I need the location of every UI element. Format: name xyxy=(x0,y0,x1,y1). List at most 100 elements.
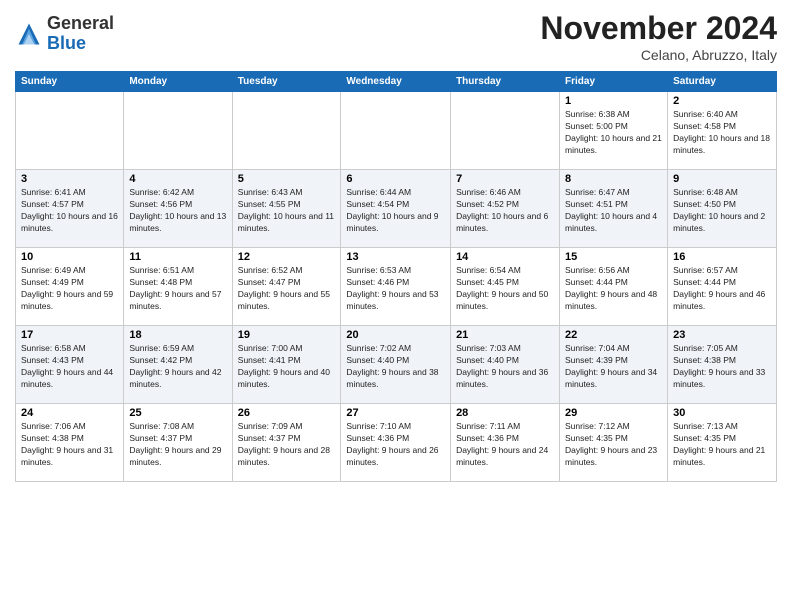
day-number: 13 xyxy=(346,251,445,263)
col-friday: Friday xyxy=(560,72,668,92)
calendar-cell: 15Sunrise: 6:56 AMSunset: 4:44 PMDayligh… xyxy=(560,248,668,326)
col-monday: Monday xyxy=(124,72,232,92)
day-number: 2 xyxy=(673,95,771,107)
day-number: 30 xyxy=(673,407,771,419)
location: Celano, Abruzzo, Italy xyxy=(540,47,777,63)
col-tuesday: Tuesday xyxy=(232,72,341,92)
day-number: 8 xyxy=(565,173,662,185)
day-info: Sunrise: 6:57 AMSunset: 4:44 PMDaylight:… xyxy=(673,265,771,313)
day-number: 27 xyxy=(346,407,445,419)
calendar-table: Sunday Monday Tuesday Wednesday Thursday… xyxy=(15,71,777,482)
calendar-cell xyxy=(124,92,232,170)
day-number: 10 xyxy=(21,251,118,263)
day-number: 19 xyxy=(238,329,336,341)
week-row-4: 24 Sunrise: 7:06 AMSunset: 4:38 PMDayligh… xyxy=(16,404,777,482)
calendar-cell xyxy=(451,92,560,170)
month-title: November 2024 xyxy=(540,10,777,47)
day-number: 28 xyxy=(456,407,554,419)
calendar-cell: 1 Sunrise: 6:38 AMSunset: 5:00 PMDaylight… xyxy=(560,92,668,170)
day-info: Sunrise: 7:12 AMSunset: 4:35 PMDaylight:… xyxy=(565,421,662,469)
logo-icon xyxy=(15,20,43,48)
day-info: Sunrise: 7:06 AMSunset: 4:38 PMDaylight:… xyxy=(21,421,118,469)
day-number: 5 xyxy=(238,173,336,185)
week-row-0: 1 Sunrise: 6:38 AMSunset: 5:00 PMDaylight… xyxy=(16,92,777,170)
calendar-cell: 19 Sunrise: 7:00 AMSunset: 4:41 PMDayligh… xyxy=(232,326,341,404)
day-number: 24 xyxy=(21,407,118,419)
calendar-cell xyxy=(232,92,341,170)
logo: General Blue xyxy=(15,14,114,54)
day-info: Sunrise: 6:51 AMSunset: 4:48 PMDaylight:… xyxy=(129,265,226,313)
calendar-cell: 3Sunrise: 6:41 AMSunset: 4:57 PMDaylight… xyxy=(16,170,124,248)
calendar-cell: 12 Sunrise: 6:52 AMSunset: 4:47 PMDayligh… xyxy=(232,248,341,326)
day-number: 21 xyxy=(456,329,554,341)
day-number: 7 xyxy=(456,173,554,185)
day-number: 4 xyxy=(129,173,226,185)
week-row-1: 3Sunrise: 6:41 AMSunset: 4:57 PMDaylight… xyxy=(16,170,777,248)
col-wednesday: Wednesday xyxy=(341,72,451,92)
day-info: Sunrise: 6:41 AMSunset: 4:57 PMDaylight:… xyxy=(21,187,118,235)
day-info: Sunrise: 6:47 AMSunset: 4:51 PMDaylight:… xyxy=(565,187,662,235)
week-row-2: 10 Sunrise: 6:49 AMSunset: 4:49 PMDayligh… xyxy=(16,248,777,326)
calendar-cell: 24 Sunrise: 7:06 AMSunset: 4:38 PMDayligh… xyxy=(16,404,124,482)
day-number: 16 xyxy=(673,251,771,263)
day-number: 29 xyxy=(565,407,662,419)
title-block: November 2024 Celano, Abruzzo, Italy xyxy=(540,10,777,63)
day-number: 12 xyxy=(238,251,336,263)
day-info: Sunrise: 6:40 AMSunset: 4:58 PMDaylight:… xyxy=(673,109,771,157)
day-info: Sunrise: 7:08 AMSunset: 4:37 PMDaylight:… xyxy=(129,421,226,469)
day-info: Sunrise: 7:09 AMSunset: 4:37 PMDaylight:… xyxy=(238,421,336,469)
day-info: Sunrise: 6:59 AMSunset: 4:42 PMDaylight:… xyxy=(129,343,226,391)
calendar-cell: 4 Sunrise: 6:42 AMSunset: 4:56 PMDaylight… xyxy=(124,170,232,248)
calendar-cell: 21 Sunrise: 7:03 AMSunset: 4:40 PMDayligh… xyxy=(451,326,560,404)
calendar-cell: 16 Sunrise: 6:57 AMSunset: 4:44 PMDayligh… xyxy=(668,248,777,326)
calendar-cell: 26 Sunrise: 7:09 AMSunset: 4:37 PMDayligh… xyxy=(232,404,341,482)
col-saturday: Saturday xyxy=(668,72,777,92)
page: General Blue November 2024 Celano, Abruz… xyxy=(0,0,792,612)
calendar-cell: 9Sunrise: 6:48 AMSunset: 4:50 PMDaylight… xyxy=(668,170,777,248)
calendar-cell: 27 Sunrise: 7:10 AMSunset: 4:36 PMDayligh… xyxy=(341,404,451,482)
header: General Blue November 2024 Celano, Abruz… xyxy=(15,10,777,63)
day-info: Sunrise: 6:46 AMSunset: 4:52 PMDaylight:… xyxy=(456,187,554,235)
day-info: Sunrise: 6:44 AMSunset: 4:54 PMDaylight:… xyxy=(346,187,445,235)
day-number: 6 xyxy=(346,173,445,185)
day-number: 9 xyxy=(673,173,771,185)
day-number: 17 xyxy=(21,329,118,341)
day-info: Sunrise: 6:52 AMSunset: 4:47 PMDaylight:… xyxy=(238,265,336,313)
day-number: 25 xyxy=(129,407,226,419)
day-number: 1 xyxy=(565,95,662,107)
day-number: 26 xyxy=(238,407,336,419)
calendar-cell: 25 Sunrise: 7:08 AMSunset: 4:37 PMDayligh… xyxy=(124,404,232,482)
day-info: Sunrise: 7:03 AMSunset: 4:40 PMDaylight:… xyxy=(456,343,554,391)
day-info: Sunrise: 6:43 AMSunset: 4:55 PMDaylight:… xyxy=(238,187,336,235)
day-info: Sunrise: 7:00 AMSunset: 4:41 PMDaylight:… xyxy=(238,343,336,391)
day-info: Sunrise: 7:10 AMSunset: 4:36 PMDaylight:… xyxy=(346,421,445,469)
calendar-cell: 28 Sunrise: 7:11 AMSunset: 4:36 PMDayligh… xyxy=(451,404,560,482)
calendar-cell: 18 Sunrise: 6:59 AMSunset: 4:42 PMDayligh… xyxy=(124,326,232,404)
day-info: Sunrise: 6:58 AMSunset: 4:43 PMDaylight:… xyxy=(21,343,118,391)
calendar-cell: 23 Sunrise: 7:05 AMSunset: 4:38 PMDayligh… xyxy=(668,326,777,404)
logo-blue: Blue xyxy=(47,34,114,54)
day-info: Sunrise: 6:42 AMSunset: 4:56 PMDaylight:… xyxy=(129,187,226,235)
header-row: Sunday Monday Tuesday Wednesday Thursday… xyxy=(16,72,777,92)
calendar-cell: 8 Sunrise: 6:47 AMSunset: 4:51 PMDaylight… xyxy=(560,170,668,248)
calendar-cell: 13Sunrise: 6:53 AMSunset: 4:46 PMDayligh… xyxy=(341,248,451,326)
calendar-cell: 14Sunrise: 6:54 AMSunset: 4:45 PMDayligh… xyxy=(451,248,560,326)
logo-general: General xyxy=(47,14,114,34)
day-info: Sunrise: 6:49 AMSunset: 4:49 PMDaylight:… xyxy=(21,265,118,313)
day-info: Sunrise: 7:11 AMSunset: 4:36 PMDaylight:… xyxy=(456,421,554,469)
day-info: Sunrise: 6:38 AMSunset: 5:00 PMDaylight:… xyxy=(565,109,662,157)
day-info: Sunrise: 7:04 AMSunset: 4:39 PMDaylight:… xyxy=(565,343,662,391)
day-info: Sunrise: 7:05 AMSunset: 4:38 PMDaylight:… xyxy=(673,343,771,391)
day-number: 11 xyxy=(129,251,226,263)
calendar-cell: 29 Sunrise: 7:12 AMSunset: 4:35 PMDayligh… xyxy=(560,404,668,482)
day-info: Sunrise: 7:02 AMSunset: 4:40 PMDaylight:… xyxy=(346,343,445,391)
logo-text: General Blue xyxy=(47,14,114,54)
day-number: 23 xyxy=(673,329,771,341)
day-info: Sunrise: 7:13 AMSunset: 4:35 PMDaylight:… xyxy=(673,421,771,469)
day-number: 18 xyxy=(129,329,226,341)
week-row-3: 17 Sunrise: 6:58 AMSunset: 4:43 PMDayligh… xyxy=(16,326,777,404)
calendar-cell: 22 Sunrise: 7:04 AMSunset: 4:39 PMDayligh… xyxy=(560,326,668,404)
calendar-cell: 30 Sunrise: 7:13 AMSunset: 4:35 PMDayligh… xyxy=(668,404,777,482)
calendar-cell: 2 Sunrise: 6:40 AMSunset: 4:58 PMDaylight… xyxy=(668,92,777,170)
day-number: 22 xyxy=(565,329,662,341)
